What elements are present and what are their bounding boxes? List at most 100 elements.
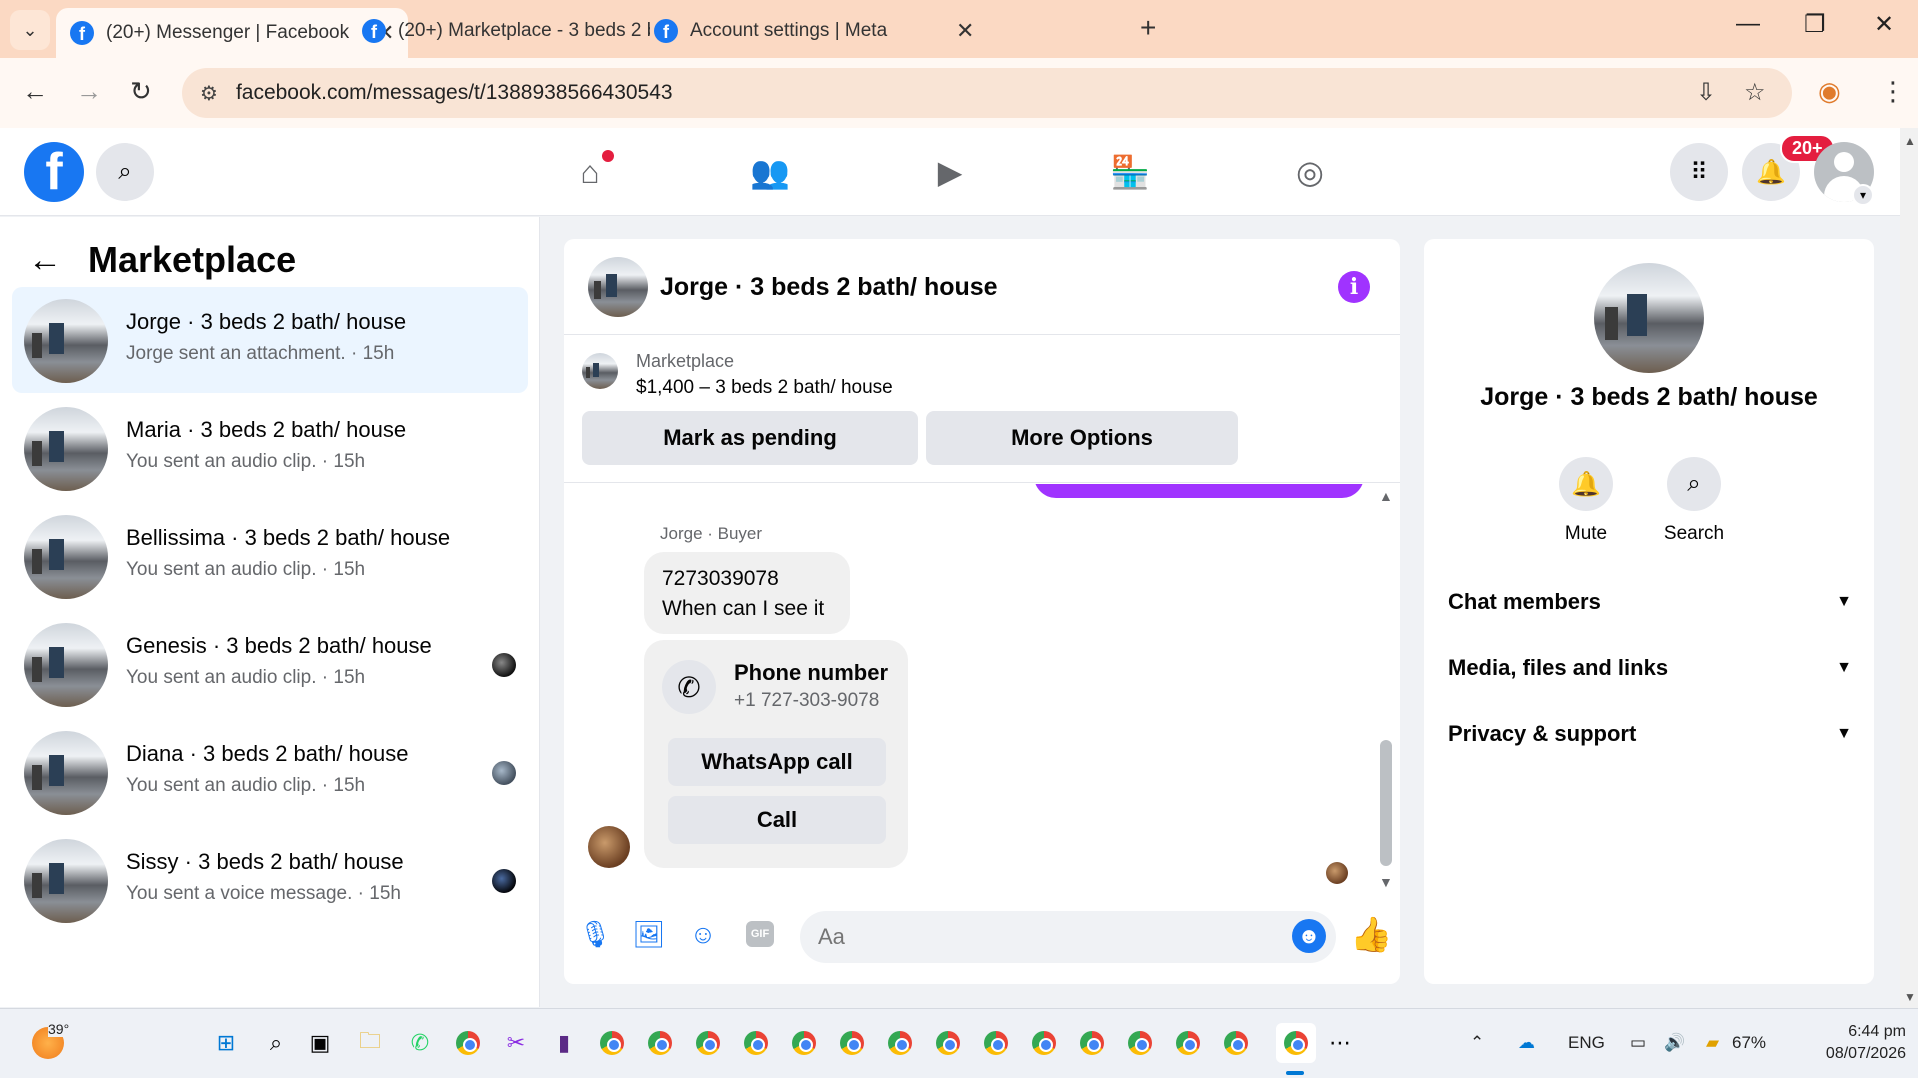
site-settings-icon[interactable]: ⚙ <box>200 81 218 106</box>
facebook-logo-icon[interactable]: f <box>24 142 84 202</box>
scroll-up-icon[interactable]: ▲ <box>1379 488 1393 504</box>
message-input[interactable] <box>800 911 1336 963</box>
browser-profile-icon[interactable]: ◉ <box>1818 76 1841 107</box>
friends-icon[interactable]: 👥 <box>748 150 792 194</box>
more-apps-icon[interactable]: ⋯ <box>1326 1029 1354 1057</box>
call-button[interactable]: Call <box>668 796 886 844</box>
chat-title[interactable]: Jorge · 3 beds 2 bath/ house <box>660 273 998 302</box>
new-tab-plus-icon[interactable]: + <box>1140 12 1156 44</box>
windows-start-icon[interactable]: ⊞ <box>212 1029 240 1057</box>
chrome-profile-icon[interactable] <box>1078 1029 1106 1057</box>
snipping-tool-icon[interactable]: ✂ <box>502 1029 530 1057</box>
chrome-profile-icon[interactable] <box>790 1029 818 1057</box>
language-indicator[interactable]: ENG <box>1568 1033 1605 1053</box>
onedrive-cloud-icon[interactable]: ☁ <box>1518 1033 1535 1053</box>
scroll-up-icon[interactable]: ▲ <box>1904 134 1916 148</box>
conversation-diana[interactable]: Diana · 3 beds 2 bath/ house You sent an… <box>12 719 528 825</box>
browser-menu-icon[interactable]: ⋮ <box>1880 76 1906 107</box>
chrome-icon[interactable] <box>598 1029 626 1057</box>
scroll-down-icon[interactable]: ▼ <box>1379 874 1393 890</box>
details-avatar[interactable] <box>1594 263 1704 373</box>
phone-card-value: +1 727-303-9078 <box>734 690 880 711</box>
thumbs-up-icon[interactable]: 👍 <box>1350 915 1392 955</box>
conversation-jorge[interactable]: Jorge · 3 beds 2 bath/ house Jorge sent … <box>12 287 528 393</box>
address-bar[interactable]: ⚙ facebook.com/messages/t/13889385664305… <box>182 68 1792 118</box>
app-icon[interactable]: ▮ <box>550 1029 578 1057</box>
chrome-profile-icon[interactable] <box>694 1029 722 1057</box>
chat-avatar[interactable] <box>588 257 648 317</box>
minimize-icon[interactable]: — <box>1736 10 1760 38</box>
conversation-sissy[interactable]: Sissy · 3 beds 2 bath/ house You sent a … <box>12 827 528 933</box>
tab-account-settings[interactable]: f Account settings | Meta ✕ <box>640 8 988 54</box>
close-tab-icon[interactable]: ✕ <box>956 18 974 44</box>
show-hidden-icons-chevron-up-icon[interactable]: ⌃ <box>1470 1033 1484 1053</box>
chrome-profile-icon[interactable] <box>1030 1029 1058 1057</box>
bookmark-star-icon[interactable]: ☆ <box>1744 78 1766 107</box>
marketplace-store-icon[interactable]: 🏪 <box>1108 150 1152 194</box>
chrome-profile-icon[interactable] <box>646 1029 674 1057</box>
taskbar-search-icon[interactable]: ⌕ <box>262 1029 290 1057</box>
thread-scrollbar[interactable] <box>1380 740 1392 866</box>
volume-icon[interactable]: 🔊 <box>1664 1033 1685 1053</box>
tab-title: Account settings | Meta <box>690 20 888 41</box>
details-title: Jorge · 3 beds 2 bath/ house <box>1480 383 1818 411</box>
search-icon[interactable]: ⌕ <box>96 143 154 201</box>
account-chevron-down-icon[interactable]: ▾ <box>1852 184 1874 206</box>
battery-icon[interactable]: ▰ <box>1706 1033 1719 1053</box>
gif-icon[interactable]: GIF <box>746 921 774 947</box>
conversation-maria[interactable]: Maria · 3 beds 2 bath/ house You sent an… <box>12 395 528 501</box>
section-media-files-links[interactable]: Media, files and links ▼ <box>1448 643 1852 693</box>
mark-as-pending-button[interactable]: Mark as pending <box>582 411 918 465</box>
attach-image-icon[interactable]: 🖼 <box>632 917 666 951</box>
install-app-icon[interactable]: ⇩ <box>1696 78 1716 107</box>
chrome-profile-icon[interactable] <box>1126 1029 1154 1057</box>
more-options-button[interactable]: More Options <box>926 411 1238 465</box>
taskbar-clock[interactable]: 6:44 pm 08/07/2026 <box>1796 1021 1906 1065</box>
chrome-profile-icon[interactable] <box>742 1029 770 1057</box>
groups-icon[interactable]: ◎ <box>1288 150 1332 194</box>
conversation-bellissima[interactable]: Bellissima · 3 beds 2 bath/ house You se… <box>12 503 528 609</box>
task-view-icon[interactable]: ▣ <box>306 1029 334 1057</box>
display-icon[interactable]: ▭ <box>1630 1033 1646 1053</box>
search-conversation-button[interactable]: ⌕ Search <box>1644 457 1744 545</box>
section-chat-members[interactable]: Chat members ▼ <box>1448 577 1852 627</box>
whatsapp-icon[interactable]: ✆ <box>406 1029 434 1057</box>
chrome-profile-icon[interactable] <box>838 1029 866 1057</box>
message-thread[interactable]: ▲ ▼ Jorge · Buyer 7273039078 When can I … <box>564 484 1400 892</box>
restore-icon[interactable]: ❐ <box>1804 10 1826 39</box>
page-scrollbar[interactable]: ▲ ▼ <box>1900 128 1918 1008</box>
sticker-icon[interactable]: ☺ <box>686 917 720 951</box>
menu-grid-icon[interactable]: ⠿ <box>1670 143 1728 201</box>
emoji-icon[interactable]: ☻ <box>1292 919 1326 953</box>
chrome-profile-icon[interactable] <box>1222 1029 1250 1057</box>
back-arrow-icon[interactable]: ← <box>28 241 62 280</box>
scroll-down-icon[interactable]: ▼ <box>1904 990 1916 1004</box>
received-message-bubble[interactable]: 7273039078 When can I see it <box>644 552 850 634</box>
microphone-icon[interactable]: 🎙 <box>578 917 612 951</box>
listing-thumbnail[interactable] <box>582 353 618 389</box>
clock-date: 08/07/2026 <box>1825 1045 1906 1062</box>
file-explorer-icon[interactable]: 🗀 <box>356 1028 384 1057</box>
sender-avatar[interactable] <box>588 826 630 868</box>
conversation-name: Diana · 3 beds 2 bath/ house <box>126 741 409 766</box>
window-close-icon[interactable]: ✕ <box>1874 10 1894 39</box>
back-arrow-icon[interactable]: ← <box>22 76 48 107</box>
whatsapp-call-button[interactable]: WhatsApp call <box>668 738 886 786</box>
chrome-profile-icon[interactable] <box>1174 1029 1202 1057</box>
chrome-profile-icon[interactable] <box>886 1029 914 1057</box>
read-receipt-avatar <box>1326 862 1348 884</box>
info-icon[interactable]: i <box>1338 271 1370 303</box>
chrome-profile-icon[interactable] <box>934 1029 962 1057</box>
chrome-icon[interactable] <box>454 1029 482 1057</box>
video-icon[interactable]: ▶ <box>928 150 972 194</box>
conversation-genesis[interactable]: Genesis · 3 beds 2 bath/ house You sent … <box>12 611 528 717</box>
section-privacy-support[interactable]: Privacy & support ▼ <box>1448 709 1852 759</box>
listing-price-title[interactable]: $1,400 – 3 beds 2 bath/ house <box>636 377 893 399</box>
reload-icon[interactable]: ↻ <box>130 76 152 107</box>
mute-button[interactable]: 🔔 Mute <box>1536 457 1636 545</box>
forward-arrow-icon[interactable]: → <box>76 76 102 107</box>
chrome-profile-icon[interactable] <box>982 1029 1010 1057</box>
message-composer: 🎙 🖼 ☺ GIF ☻ 👍 <box>564 903 1400 973</box>
tab-search-chevron-icon[interactable]: ⌄ <box>10 10 50 50</box>
chrome-active-icon[interactable] <box>1276 1023 1316 1063</box>
